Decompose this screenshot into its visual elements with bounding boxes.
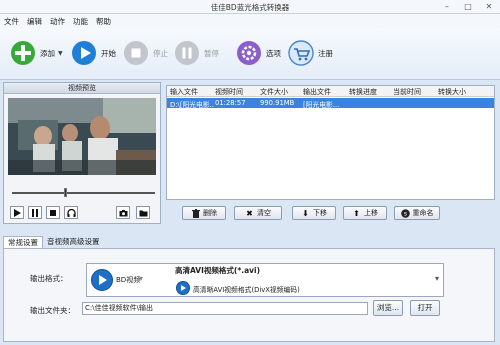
gear-icon [235, 39, 263, 67]
options-label: 选项 [266, 48, 281, 58]
play-icon [14, 208, 21, 217]
start-button[interactable]: 开始 [70, 38, 116, 68]
col-input-file[interactable]: 输入文件 [170, 87, 198, 97]
chevron-down-icon[interactable]: ▾ [435, 274, 439, 283]
open-folder-button[interactable] [136, 206, 150, 219]
rename-button[interactable]: s 重命名 [394, 206, 440, 220]
cell-duration: 01:28:57 [215, 99, 246, 107]
col-output-file[interactable]: 输出文件 [303, 87, 331, 97]
table-header: 输入文件 视频时间 文件大小 输出文件 转换进度 当前时间 转换大小 [167, 86, 494, 97]
clear-x-icon: ✖ [246, 208, 253, 218]
plus-icon [9, 39, 37, 67]
preview-title: 视频预览 [4, 83, 160, 94]
chevron-down-icon[interactable]: ▾ [139, 274, 143, 283]
clear-button[interactable]: ✖ 清空 [234, 206, 282, 220]
menu-edit[interactable]: 编辑 [26, 16, 43, 27]
format-description: 高清晰AVI视频格式(DivX视频编码) [193, 286, 300, 294]
headphones-icon [66, 208, 76, 217]
pause-button[interactable]: 暂停 [173, 38, 219, 68]
col-progress[interactable]: 转换进度 [349, 87, 377, 97]
pause-preview-button[interactable] [28, 206, 42, 219]
add-button[interactable]: 添加 ▼ [9, 38, 63, 68]
options-button[interactable]: 选项 [235, 38, 281, 68]
open-folder-button[interactable]: 打开 [410, 300, 440, 316]
seek-thumb[interactable] [64, 188, 67, 197]
settings-panel: 输出格式： BD视频 ▾ 高清AVI视频格式(*.avi) 高清晰AVI视频格式… [3, 248, 495, 342]
rename-icon: s [400, 208, 410, 218]
avi-format-icon [176, 281, 190, 295]
output-folder-input[interactable]: C:\佳佳视频软件\输出 [82, 302, 368, 315]
minimize-button[interactable]: – [442, 1, 452, 12]
col-current-time[interactable]: 当前时间 [393, 87, 421, 97]
start-label: 开始 [101, 48, 116, 58]
pause-icon [173, 39, 201, 67]
settings-tabs: 常规设置 音视频高级设置 [3, 236, 104, 248]
maximize-button[interactable]: □ [463, 1, 473, 12]
cell-size: 990.91MB [260, 99, 295, 107]
col-duration[interactable]: 视频时间 [215, 87, 243, 97]
volume-button[interactable] [64, 206, 78, 219]
stop-preview-button[interactable] [46, 206, 60, 219]
menu-action[interactable]: 动作 [49, 16, 66, 27]
move-up-button[interactable]: ⬆ 上移 [343, 206, 387, 220]
title-bar: 佳佳BD蓝光格式转换器 – □ ✕ [0, 0, 500, 14]
close-button[interactable]: ✕ [484, 1, 494, 12]
format-category: BD视频 [116, 276, 141, 284]
pause-icon [32, 208, 38, 217]
cell-output: [阳光电影... [303, 101, 340, 109]
stop-label: 停止 [153, 48, 168, 58]
cell-input: D:\[阳光电影... [170, 101, 214, 109]
video-still-image [8, 98, 156, 175]
register-label: 注册 [318, 48, 333, 58]
tab-general[interactable]: 常规设置 [3, 236, 43, 248]
file-list-table[interactable]: 输入文件 视频时间 文件大小 输出文件 转换进度 当前时间 转换大小 D:\[阳… [166, 85, 495, 200]
toolbar: 添加 ▼ 开始 停止 暂停 选项 注册 [0, 28, 500, 80]
svg-text:s: s [403, 210, 406, 217]
format-select[interactable]: BD视频 ▾ 高清AVI视频格式(*.avi) 高清晰AVI视频格式(DivX视… [86, 263, 444, 297]
menu-function[interactable]: 功能 [72, 16, 89, 27]
delete-button[interactable]: 删除 [182, 206, 226, 220]
menu-file[interactable]: 文件 [3, 16, 20, 27]
format-label: 输出格式： [30, 274, 68, 283]
move-down-button[interactable]: ⬇ 下移 [292, 206, 336, 220]
snapshot-button[interactable] [116, 206, 130, 219]
stop-button[interactable]: 停止 [122, 38, 168, 68]
arrow-up-icon: ⬆ [353, 208, 360, 218]
add-label: 添加 [40, 48, 55, 58]
video-preview-panel: 视频预览 [3, 82, 161, 224]
trash-icon [191, 208, 200, 218]
chevron-down-icon[interactable]: ▼ [58, 50, 63, 57]
camera-icon [119, 209, 127, 216]
arrow-down-icon: ⬇ [302, 208, 309, 218]
format-name: 高清AVI视频格式(*.avi) [175, 266, 261, 275]
play-button[interactable] [10, 206, 24, 219]
stop-icon [50, 209, 56, 216]
folder-label: 输出文件夹： [30, 306, 75, 315]
col-file-size[interactable]: 文件大小 [260, 87, 288, 97]
window-controls: – □ ✕ [442, 1, 494, 12]
browse-button[interactable]: 浏览... [373, 300, 403, 316]
pause-label: 暂停 [204, 48, 219, 58]
table-row[interactable]: D:\[阳光电影... 01:28:57 990.91MB [阳光电影... [167, 98, 494, 109]
cart-icon [287, 39, 315, 67]
seek-slider[interactable] [12, 188, 155, 197]
register-button[interactable]: 注册 [287, 38, 333, 68]
menu-bar: 文件 编辑 动作 功能 帮助 [0, 14, 500, 28]
col-converted-size[interactable]: 转换大小 [438, 87, 466, 97]
stop-icon [122, 39, 150, 67]
menu-help[interactable]: 帮助 [95, 16, 112, 27]
bd-video-icon [91, 269, 113, 291]
play-icon [70, 39, 98, 67]
video-frame [8, 98, 156, 175]
tab-advanced[interactable]: 音视频高级设置 [43, 236, 104, 248]
folder-icon [139, 210, 147, 216]
window-title: 佳佳BD蓝光格式转换器 [210, 3, 290, 12]
